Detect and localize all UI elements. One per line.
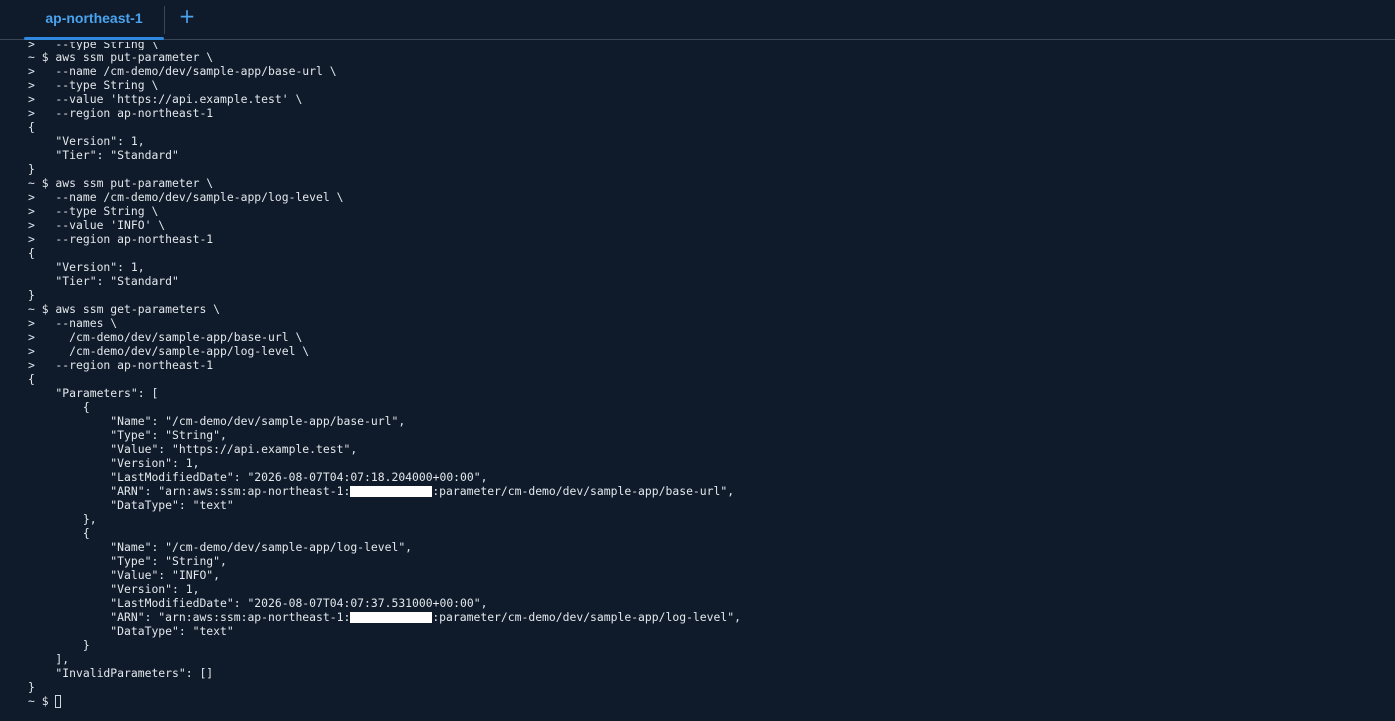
terminal-line: > /cm-demo/dev/sample-app/base-url \ <box>28 330 303 344</box>
arn-suffix: :parameter/cm-demo/dev/sample-app/base-u… <box>432 484 735 498</box>
active-tab-indicator <box>24 37 164 40</box>
cloudshell-window: ap-northeast-1 + > --type String \ ~ $ a… <box>0 0 1395 721</box>
terminal-line: } <box>28 638 90 652</box>
terminal-line: "Version": 1, <box>28 456 200 470</box>
terminal-line: "Name": "/cm-demo/dev/sample-app/base-ur… <box>28 414 406 428</box>
terminal-line: "Version": 1, <box>28 260 145 274</box>
terminal-line: { <box>28 400 90 414</box>
terminal-line: > --names \ <box>28 316 118 330</box>
terminal-line: "Name": "/cm-demo/dev/sample-app/log-lev… <box>28 540 413 554</box>
terminal-line: "Version": 1, <box>28 134 145 148</box>
tab-label: ap-northeast-1 <box>45 10 143 26</box>
terminal-line: ~ $ aws ssm put-parameter \ <box>28 50 214 64</box>
terminal-prompt-line[interactable]: ~ $ <box>28 694 1388 708</box>
terminal-line: > --value 'INFO' \ <box>28 218 166 232</box>
terminal-line: "LastModifiedDate": "2026-08-07T04:07:37… <box>28 596 488 610</box>
terminal-line: "Tier": "Standard" <box>28 148 179 162</box>
terminal-line: "Type": "String", <box>28 428 227 442</box>
terminal-line: ~ $ aws ssm put-parameter \ <box>28 176 214 190</box>
terminal-line: } <box>28 162 35 176</box>
terminal-line-arn: "ARN": "arn:aws:ssm:ap-northeast-1: :para… <box>28 484 1388 498</box>
terminal-line: "DataType": "text" <box>28 624 234 638</box>
terminal-line: > --type String \ <box>28 78 159 92</box>
terminal-line: > --name /cm-demo/dev/sample-app/base-ur… <box>28 64 337 78</box>
terminal-line-arn: "ARN": "arn:aws:ssm:ap-northeast-1: :para… <box>28 610 1388 624</box>
terminal-line: > --region ap-northeast-1 <box>28 232 214 246</box>
tab-ap-northeast-1[interactable]: ap-northeast-1 <box>24 0 164 40</box>
terminal-line: "DataType": "text" <box>28 498 234 512</box>
terminal-line: "InvalidParameters": [] <box>28 666 214 680</box>
terminal-line: > --type String \ <box>28 204 159 218</box>
terminal-output[interactable]: > --type String \ ~ $ aws ssm put-parame… <box>28 42 1388 717</box>
redacted-account-id <box>350 486 433 497</box>
shell-prompt: ~ $ <box>28 694 56 708</box>
add-tab-button[interactable]: + <box>176 3 198 31</box>
terminal-line: { <box>28 120 35 134</box>
arn-prefix: "ARN": "arn:aws:ssm:ap-northeast-1: <box>28 610 351 624</box>
terminal-line: } <box>28 680 35 694</box>
arn-prefix: "ARN": "arn:aws:ssm:ap-northeast-1: <box>28 484 351 498</box>
terminal-line: } <box>28 288 35 302</box>
redacted-account-id <box>350 612 433 623</box>
terminal-line: "Value": "https://api.example.test", <box>28 442 358 456</box>
terminal-line: { <box>28 246 35 260</box>
terminal-line: > --region ap-northeast-1 <box>28 358 214 372</box>
plus-icon: + <box>178 4 196 28</box>
tab-bar: ap-northeast-1 + <box>0 0 1395 40</box>
terminal-line: { <box>28 372 35 386</box>
terminal-line: "Value": "INFO", <box>28 568 221 582</box>
terminal-line: { <box>28 526 90 540</box>
terminal-line: ], <box>28 652 70 666</box>
terminal-line: ~ $ aws ssm get-parameters \ <box>28 302 221 316</box>
arn-suffix: :parameter/cm-demo/dev/sample-app/log-le… <box>432 610 741 624</box>
terminal-line: "Tier": "Standard" <box>28 274 179 288</box>
terminal-line: "Type": "String", <box>28 554 227 568</box>
terminal-line: > --value 'https://api.example.test' \ <box>28 92 303 106</box>
terminal-line: > --region ap-northeast-1 <box>28 106 214 120</box>
terminal-line: }, <box>28 512 97 526</box>
terminal-line: "Version": 1, <box>28 582 200 596</box>
terminal-line: > /cm-demo/dev/sample-app/log-level \ <box>28 344 310 358</box>
cursor-icon <box>55 695 62 708</box>
terminal-line: > --type String \ <box>28 42 159 50</box>
terminal-line: "LastModifiedDate": "2026-08-07T04:07:18… <box>28 470 488 484</box>
tab-divider <box>164 6 165 34</box>
terminal-line: "Parameters": [ <box>28 386 159 400</box>
terminal-line: > --name /cm-demo/dev/sample-app/log-lev… <box>28 190 344 204</box>
